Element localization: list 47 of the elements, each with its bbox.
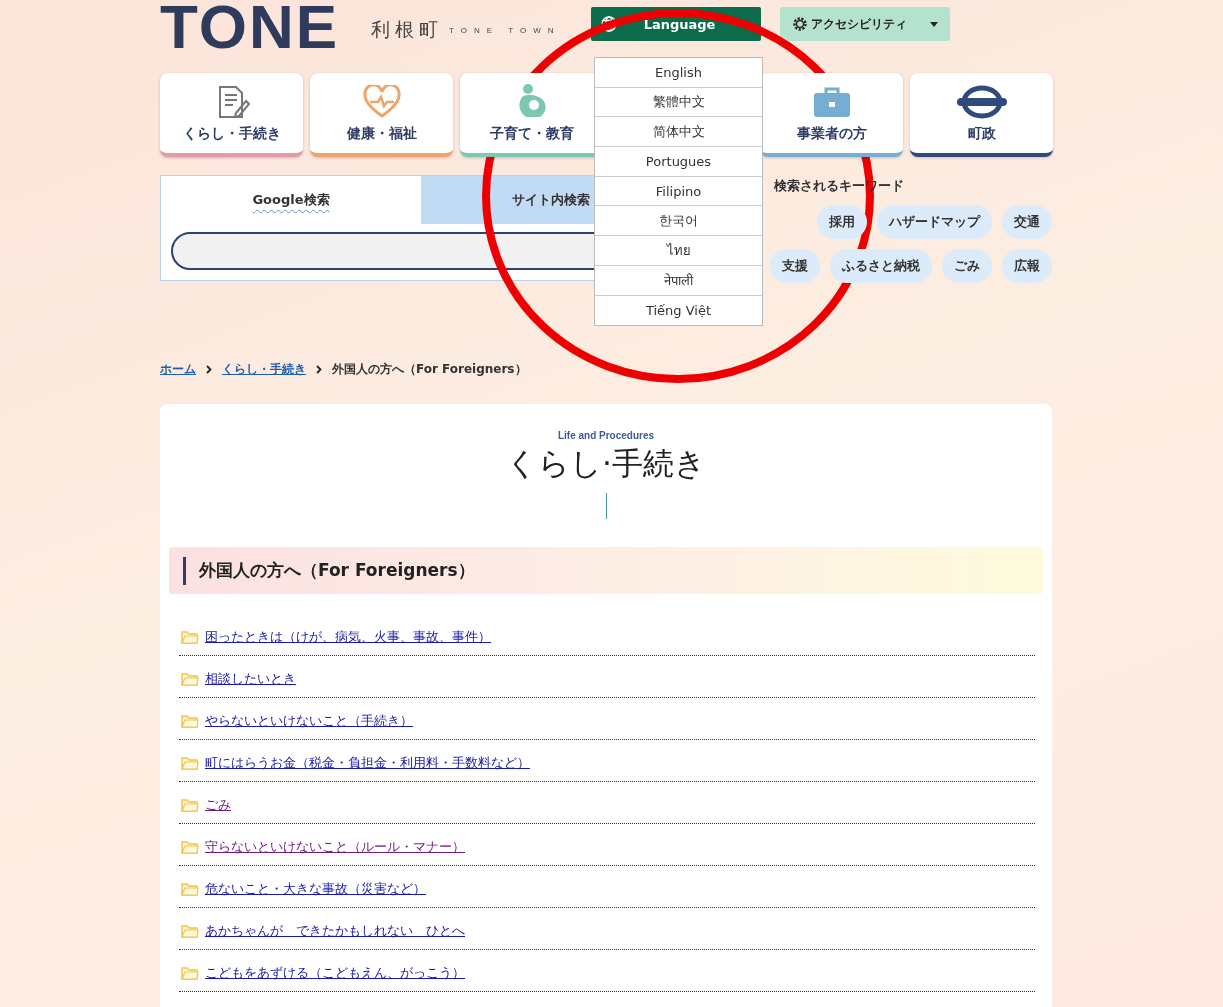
keyword-tag[interactable]: 採用 <box>817 205 867 239</box>
topic-link[interactable]: あかちゃんが できたかもしれない ひとへ <box>205 921 465 940</box>
category-card[interactable]: 健康・福祉 <box>310 73 453 157</box>
topic-link[interactable]: こどもをあずける（こどもえん、がっこう） <box>205 963 465 982</box>
topic-link[interactable]: 守らないといけないこと（ルール・マナー） <box>205 837 465 856</box>
keyword-tag[interactable]: 交通 <box>1002 205 1052 239</box>
topic-link[interactable]: ごみ <box>205 795 231 814</box>
folder-icon <box>181 629 199 644</box>
keyword-tag[interactable]: ごみ <box>942 249 992 283</box>
town-name: 利根町 <box>371 17 444 42</box>
chevron-icon <box>316 365 322 374</box>
folder-icon <box>181 713 199 728</box>
breadcrumb-link[interactable]: くらし・手続き <box>222 361 306 378</box>
globe-icon <box>600 16 617 32</box>
folder-icon <box>181 839 199 854</box>
keyword-tag[interactable]: 支援 <box>770 249 820 283</box>
folder-icon <box>181 923 199 938</box>
breadcrumb-link[interactable]: ホーム <box>160 361 196 378</box>
folder-icon <box>181 671 199 686</box>
section-title: 外国人の方へ（For Foreigners） <box>199 559 475 582</box>
accessibility-button[interactable]: アクセシビリティ <box>779 7 950 41</box>
category-card[interactable]: くらし・手続き <box>160 73 303 157</box>
topic-link[interactable]: 困ったときは（けが、病気、火事、事故、事件） <box>205 627 491 646</box>
page-subtitle: Life and Procedures <box>556 430 656 441</box>
category-card[interactable]: 町政 <box>910 73 1053 157</box>
gear-icon <box>791 16 808 32</box>
caret-icon <box>929 21 938 27</box>
folder-icon <box>181 797 199 812</box>
heart-pulse-icon <box>362 85 401 119</box>
site-logo[interactable]: TONE <box>160 0 340 55</box>
topic-link[interactable]: 相談したいとき <box>205 669 296 688</box>
keyword-tag[interactable]: ふるさと納税 <box>830 249 932 283</box>
folder-icon <box>181 881 199 896</box>
keyword-tag[interactable]: 広報 <box>1002 249 1052 283</box>
folder-icon <box>181 755 199 770</box>
briefcase-icon <box>811 85 852 119</box>
folder-icon <box>181 965 199 980</box>
category-card[interactable]: 事業者の方 <box>760 73 903 157</box>
breadcrumb-current: 外国人の方へ（For Foreigners） <box>332 361 527 378</box>
ring-logo-icon <box>955 85 1008 119</box>
topic-link[interactable]: やらないといけないこと（手続き） <box>205 711 413 730</box>
keyword-tag[interactable]: ハザードマップ <box>877 205 992 239</box>
chevron-icon <box>206 365 212 374</box>
page-title: くらし·手続き <box>505 444 707 483</box>
topic-link[interactable]: 危ないこと・大きな事故（災害など） <box>205 879 426 898</box>
topic-link[interactable]: 町にはらうお金（税金・負担金・利用料・手数料など） <box>205 753 530 772</box>
town-name-english: TONE TOWN <box>449 25 561 35</box>
